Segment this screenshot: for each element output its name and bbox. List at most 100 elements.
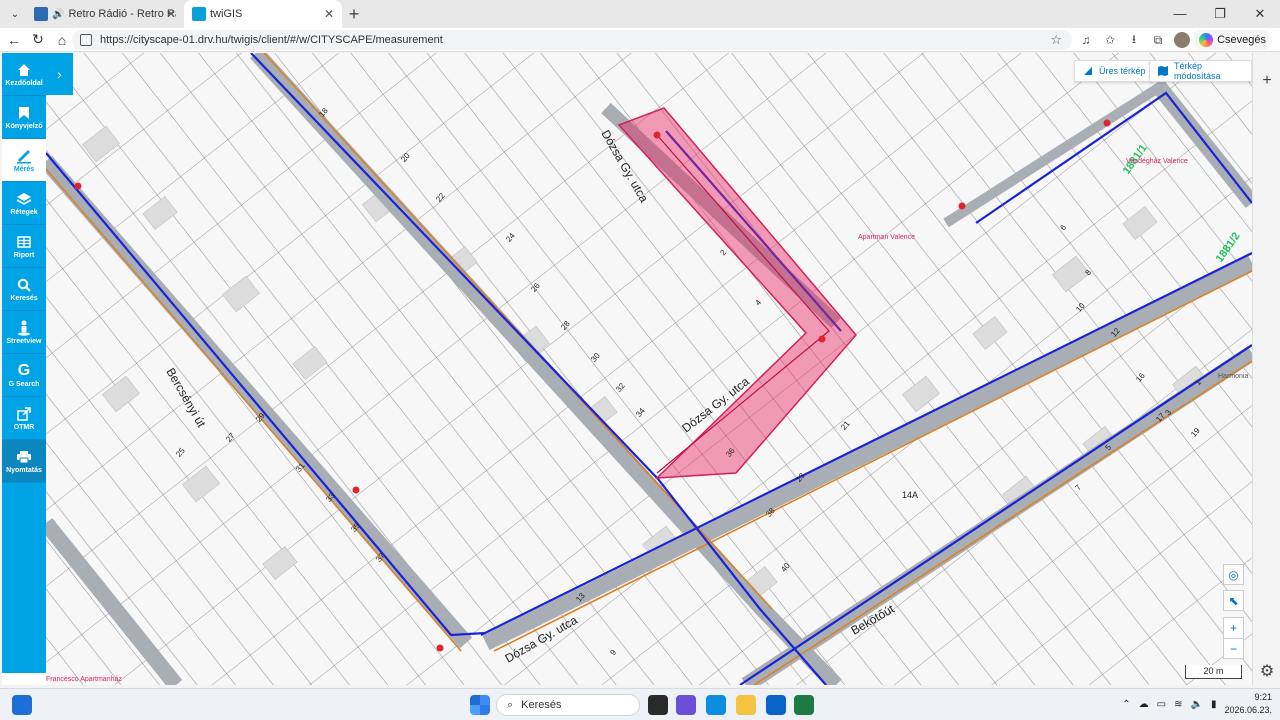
url-field[interactable]: https://cityscape-01.drv.hu/twigis/clien…: [72, 30, 1072, 50]
close-window-icon[interactable]: ✕: [1240, 0, 1280, 28]
tab-actions-button[interactable]: ⌄: [4, 3, 26, 25]
browser-tabstrip: ⌄ 🔊 Retro Rádió - Retro Rádió ON ✕ twiGI…: [0, 0, 1280, 28]
tab-title: Retro Rádió - Retro Rádió ON: [68, 8, 176, 20]
cloud-icon[interactable]: ☁: [1139, 699, 1149, 710]
sidebar-item-streetview[interactable]: Streetview: [2, 311, 46, 354]
chevron-right-icon: ›: [57, 66, 62, 82]
sidebar-item-measure[interactable]: Mérés: [2, 139, 46, 182]
app-sidebar: Kezdőoldal Könyvjelző Mérés Rétegek Ripo…: [2, 53, 46, 685]
minus-icon: −: [1229, 641, 1237, 656]
favorites-icon[interactable]: ✩: [1102, 32, 1118, 48]
modify-map-button[interactable]: Térkép módosítása: [1149, 60, 1252, 82]
file-explorer-icon[interactable]: [736, 695, 756, 715]
house-number-label: 4: [753, 297, 764, 308]
sidebar-item-label: Riport: [13, 251, 35, 259]
close-icon[interactable]: ✕: [324, 7, 334, 21]
house-number-label: 28: [559, 319, 572, 332]
sidebar-item-label: OTMR: [13, 423, 35, 431]
sidebar-item-search[interactable]: Keresés: [2, 268, 46, 311]
sidebar-item-home[interactable]: Kezdőoldal: [2, 53, 46, 96]
empty-map-button[interactable]: Üres térkép: [1074, 60, 1154, 82]
sidebar-item-report[interactable]: Riport: [2, 225, 46, 268]
radio-favicon-icon: [34, 7, 48, 21]
house-number-label: 12: [1109, 326, 1122, 339]
house-number-label: 5: [1103, 442, 1114, 453]
outlook-icon[interactable]: [766, 695, 786, 715]
extension-icon[interactable]: ♫: [1078, 32, 1094, 48]
teams-icon[interactable]: [676, 695, 696, 715]
window-controls: — ❐ ✕: [1160, 0, 1280, 28]
clock[interactable]: 9:21 2026.06.23.: [1224, 691, 1272, 717]
add-sidebar-icon[interactable]: +: [1253, 67, 1280, 95]
share-icon: [16, 406, 32, 422]
house-number-label: 34: [634, 406, 647, 419]
widgets-icon[interactable]: [12, 695, 32, 715]
home-browser-icon[interactable]: ⌂: [50, 32, 74, 48]
house-number-label: 21: [839, 419, 852, 432]
browser-side-rail: + ⚙: [1252, 53, 1280, 685]
layers-icon: [16, 191, 32, 207]
house-number-label: 29: [254, 411, 267, 424]
windows-taskbar: ⌕ Keresés ⌃ ☁ ▭ ≋ 🔈 ▮ 9:21 2026.06.23.: [0, 688, 1280, 720]
house-number-label: 38: [764, 506, 777, 519]
address-bar-row: ← ↻ ⌂ https://cityscape-01.drv.hu/twigis…: [0, 28, 1280, 52]
edge-icon[interactable]: [706, 695, 726, 715]
back-icon[interactable]: ←: [2, 32, 26, 48]
sidebar-item-label: Nyomtatás: [6, 466, 42, 474]
display-icon[interactable]: ▭: [1157, 699, 1166, 710]
favorite-star-icon[interactable]: ☆: [1050, 32, 1062, 48]
sidebar-item-print[interactable]: Nyomtatás: [2, 440, 46, 483]
start-icon[interactable]: [470, 695, 490, 715]
copilot-icon: [1199, 33, 1214, 47]
sidebar-item-bookmark[interactable]: Könyvjelző: [2, 96, 46, 139]
collections-icon[interactable]: ⧉: [1150, 32, 1166, 48]
clock-time: 9:21: [1254, 692, 1272, 702]
sidebar-item-layers[interactable]: Rétegek: [2, 182, 46, 225]
sidebar-item-gsearch[interactable]: G G Search: [2, 354, 46, 397]
minimize-icon[interactable]: —: [1160, 0, 1200, 28]
zoom-out-button[interactable]: −: [1223, 638, 1244, 659]
map-canvas[interactable]: Dózsa Gy. utca Dózsa Gy. utca Dózsa Gy. …: [46, 53, 1252, 685]
house-number-label: 35: [349, 521, 362, 534]
excel-icon[interactable]: [794, 695, 814, 715]
battery-icon[interactable]: ▮: [1211, 699, 1217, 710]
house-number-label: 30: [589, 351, 602, 364]
house-number-label: 40: [779, 561, 792, 574]
modify-map-label: Térkép módosítása: [1174, 61, 1221, 81]
ruler-icon: [16, 148, 32, 164]
house-number-label: 26: [529, 281, 542, 294]
house-number-label: 24: [504, 231, 517, 244]
house-number-label: 16: [1134, 371, 1147, 384]
chevron-up-icon[interactable]: ⌃: [1122, 699, 1130, 710]
house-number-label: 2: [718, 247, 729, 258]
settings-icon[interactable]: ⚙: [1253, 657, 1280, 685]
site-info-icon[interactable]: [80, 34, 92, 46]
empty-map-label: Üres térkép: [1099, 66, 1146, 76]
wifi-icon[interactable]: ≋: [1174, 699, 1182, 710]
profile-avatar-icon[interactable]: [1174, 32, 1190, 48]
sidebar-item-label: Könyvjelző: [5, 122, 43, 130]
new-tab-button[interactable]: +: [342, 4, 366, 25]
house-number-label: 31: [294, 461, 307, 474]
volume-icon[interactable]: 🔈: [1190, 699, 1202, 710]
reload-icon[interactable]: ↻: [26, 31, 50, 48]
restore-icon[interactable]: ❐: [1200, 0, 1240, 28]
house-number-label: 33: [324, 491, 337, 504]
close-icon[interactable]: ✕: [166, 7, 176, 21]
sidebar-background: [2, 483, 46, 673]
sidebar-expand-button[interactable]: ›: [46, 53, 73, 95]
house-number-label: 7: [1073, 482, 1084, 493]
tab-retro-radio[interactable]: 🔊 Retro Rádió - Retro Rádió ON ✕: [26, 0, 184, 28]
select-tool-button[interactable]: ⬉: [1223, 590, 1244, 611]
house-number-layer: 18 20 22 24 26 28 30 32 34 36 38 40 2 4 6 8 10 12 16 17 19 21…: [46, 53, 1252, 685]
sidebar-item-otmr[interactable]: OTMR: [2, 397, 46, 440]
downloads-icon[interactable]: ⭳: [1126, 32, 1142, 48]
copilot-button[interactable]: Csevegés: [1193, 30, 1272, 50]
house-number-label: 27: [224, 431, 237, 444]
locate-button[interactable]: ◎: [1223, 564, 1244, 585]
tab-twigis[interactable]: twiGIS ✕: [184, 0, 342, 28]
taskbar-search[interactable]: ⌕ Keresés: [496, 694, 640, 716]
zoom-in-button[interactable]: +: [1223, 617, 1244, 638]
task-view-icon[interactable]: [648, 695, 668, 715]
house-number-label: 25: [174, 446, 187, 459]
